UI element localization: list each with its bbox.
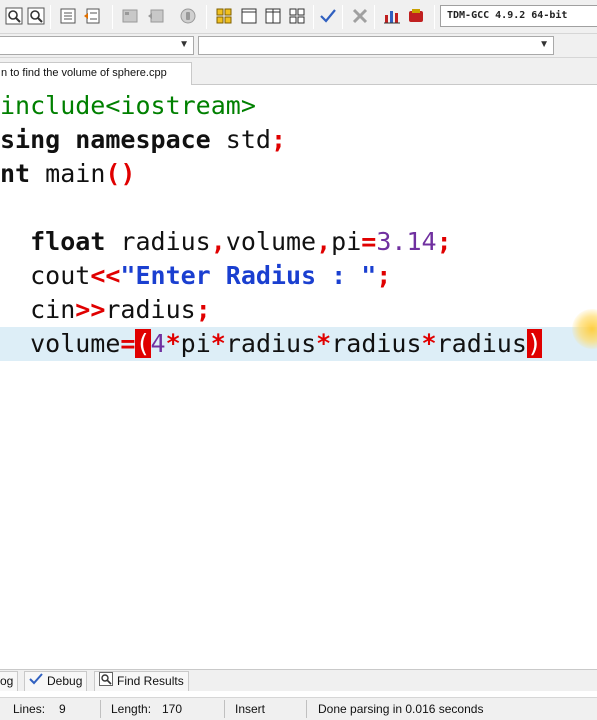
tab-debug-label: Debug [47, 674, 83, 688]
code-token: radius [436, 329, 527, 358]
ide-window: TDM-GCC 4.9.2 64-bit ▼ ▼ n to find the v… [0, 0, 597, 720]
code-token: pi [180, 329, 211, 358]
code-line-current[interactable]: volume=(4*pi*radius*radius*radius) [0, 327, 597, 361]
tab-compile-log-label: og [0, 674, 14, 688]
toolbar-separator [434, 5, 435, 29]
code-token: ( [135, 329, 151, 358]
code-line[interactable]: sing namespace std; [0, 123, 597, 157]
code-token: volume [0, 329, 121, 358]
code-token: float [30, 227, 106, 256]
close-icon[interactable] [350, 6, 370, 26]
toolbar-separator [342, 5, 343, 29]
tab-debug[interactable]: Debug [24, 671, 88, 692]
compile-icon[interactable] [178, 6, 198, 26]
code-token: radius [105, 295, 196, 324]
code-token: "Enter Radius : " [120, 261, 377, 290]
grid-layout-icon[interactable] [214, 6, 234, 26]
code-token: cout [0, 261, 91, 290]
code-token: , [210, 227, 226, 256]
code-token: >> [75, 295, 106, 324]
split-icon[interactable] [263, 6, 283, 26]
toolbar-separator [50, 5, 51, 29]
editor-tabbar: n to find the volume of sphere.cpp [0, 58, 597, 85]
debug-icon[interactable] [406, 6, 426, 26]
status-bar: Lines: 9 Length: 170 Insert Done parsing… [0, 697, 597, 720]
toolbar-separator [313, 5, 314, 29]
tab-find-results[interactable]: Find Results [94, 671, 189, 691]
code-token: radius [331, 329, 422, 358]
code-line[interactable]: nt main() [0, 157, 597, 191]
status-separator [224, 700, 225, 718]
edit-mode: Insert [235, 702, 266, 716]
code-line[interactable]: cin>>radius; [0, 293, 597, 327]
code-token: ) [526, 329, 542, 358]
toolbar-separator [374, 5, 375, 29]
file-tab[interactable]: n to find the volume of sphere.cpp [0, 62, 192, 85]
function-dropdown[interactable]: ▼ [198, 36, 554, 55]
code-token: * [210, 329, 226, 358]
lines-label: Lines: [13, 702, 46, 716]
tab-find-results-label: Find Results [117, 674, 184, 688]
length-label: Length: [111, 702, 152, 716]
options-icon[interactable] [287, 6, 307, 26]
indent-icon[interactable] [58, 6, 78, 26]
code-token: main [30, 159, 106, 188]
check-icon [29, 672, 43, 692]
code-token: radius [225, 329, 317, 358]
code-token: radius [105, 227, 211, 256]
toolbar: TDM-GCC 4.9.2 64-bit [0, 0, 597, 34]
code-token: nt [0, 159, 31, 188]
check-icon[interactable] [318, 6, 338, 26]
bottom-panel-tabs: og Debug Find Results [0, 669, 597, 691]
code-token: 4 [150, 329, 166, 358]
code-token: = [120, 329, 136, 358]
code-token: * [316, 329, 332, 358]
code-token: * [421, 329, 437, 358]
code-line[interactable]: cout<<"Enter Radius : "; [0, 259, 597, 293]
code-token: volume [225, 227, 317, 256]
code-token: 3.14 [376, 227, 437, 256]
code-token: << [90, 261, 121, 290]
compiler-select[interactable]: TDM-GCC 4.9.2 64-bit [440, 5, 597, 27]
code-editor[interactable]: volume=(4*pi*radius*radius*radius) cin>>… [0, 85, 597, 669]
code-token: () [105, 159, 136, 188]
find-in-files-icon[interactable] [26, 6, 46, 26]
code-line[interactable]: include<iostream> [0, 89, 597, 123]
chevron-down-icon: ▼ [539, 39, 549, 50]
code-token: include<iostream> [0, 91, 256, 120]
find-icon[interactable] [4, 6, 24, 26]
code-token: std [210, 125, 271, 154]
find-icon [99, 671, 113, 692]
code-token: , [316, 227, 332, 256]
code-token: sing namespace [0, 125, 211, 154]
window-icon[interactable] [239, 6, 259, 26]
unindent-icon[interactable] [82, 6, 102, 26]
status-message: Done parsing in 0.016 seconds [318, 702, 484, 716]
code-token: = [361, 227, 377, 256]
class-dropdown[interactable]: ▼ [0, 36, 194, 55]
bookmark-next-icon[interactable] [146, 6, 166, 26]
code-token: ; [376, 261, 392, 290]
code-line[interactable] [0, 191, 597, 225]
code-line[interactable]: float radius,volume,pi=3.14; [0, 225, 597, 259]
code-token: ; [436, 227, 452, 256]
status-separator [100, 700, 101, 718]
code-token: cin [0, 295, 76, 324]
status-separator [306, 700, 307, 718]
length-value: 170 [162, 702, 183, 716]
code-token: ; [270, 125, 286, 154]
toolbar-separator [206, 5, 207, 29]
toolbar-separator [112, 5, 113, 29]
lines-value: 9 [59, 702, 66, 716]
chart-icon[interactable] [382, 6, 402, 26]
code-token: pi [331, 227, 362, 256]
class-navigation-bar: ▼ ▼ [0, 34, 597, 58]
code-token: * [165, 329, 181, 358]
code-token: ; [195, 295, 211, 324]
bookmark-icon[interactable] [120, 6, 140, 26]
chevron-down-icon: ▼ [179, 39, 189, 50]
tab-compile-log[interactable]: og [0, 671, 19, 691]
